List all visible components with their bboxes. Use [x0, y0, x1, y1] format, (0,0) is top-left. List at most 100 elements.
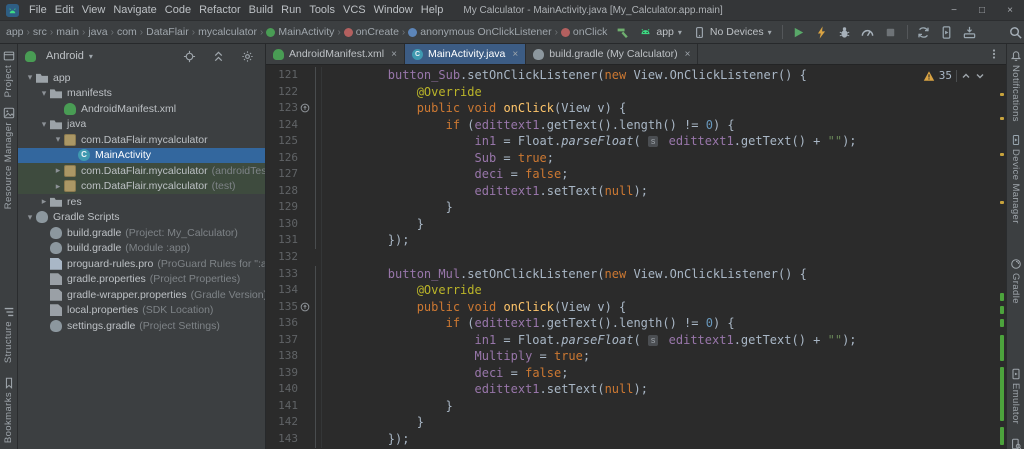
chevron-down-icon[interactable]: ▾: [38, 88, 50, 99]
line-number[interactable]: 137: [266, 332, 298, 349]
menu-file[interactable]: File: [25, 0, 51, 20]
menu-tools[interactable]: Tools: [305, 0, 339, 20]
view-options-button[interactable]: [236, 46, 258, 66]
fold-gutter[interactable]: [311, 431, 322, 448]
maximize-button[interactable]: □: [968, 0, 996, 20]
breadcrumb-mycalculator[interactable]: mycalculator: [198, 26, 257, 38]
menu-window[interactable]: Window: [370, 0, 417, 20]
line-number[interactable]: 131: [266, 232, 298, 249]
code-text[interactable]: public void onClick(View v) {: [322, 299, 626, 316]
fold-gutter[interactable]: [311, 365, 322, 382]
tree-item-mainactivity[interactable]: CMainActivity: [18, 148, 265, 164]
breadcrumb-app[interactable]: app: [6, 26, 24, 38]
code-text[interactable]: @Override: [322, 282, 482, 299]
code-text[interactable]: });: [322, 431, 409, 448]
chevron-right-icon[interactable]: ▸: [38, 196, 50, 207]
collapse-all-button[interactable]: [207, 46, 229, 66]
line-number[interactable]: 132: [266, 249, 298, 266]
line-number[interactable]: 138: [266, 348, 298, 365]
tree-item-com-dataflair-mycalculator-androidtest[interactable]: ▸com.DataFlair.mycalculator(androidTest): [18, 163, 265, 179]
tree-item-java[interactable]: ▾java: [18, 117, 265, 133]
fold-gutter[interactable]: [311, 266, 322, 283]
line-number[interactable]: 129: [266, 199, 298, 216]
sdk-manager-button[interactable]: [959, 22, 981, 42]
apply-changes-button[interactable]: [811, 22, 833, 42]
fold-gutter[interactable]: [311, 166, 322, 183]
inspections-widget[interactable]: 35: [918, 68, 990, 83]
breadcrumb-dataflair[interactable]: DataFlair: [146, 26, 189, 38]
run-button[interactable]: [788, 22, 810, 42]
tab-androidmanifest-xml[interactable]: AndroidManifest.xml×: [266, 44, 405, 64]
code-text[interactable]: }: [322, 398, 453, 415]
fold-gutter[interactable]: [311, 299, 322, 316]
chevron-down-icon[interactable]: ▾: [38, 119, 50, 130]
code-text[interactable]: edittext1.setText(null);: [322, 183, 648, 200]
breadcrumb-com[interactable]: com: [117, 26, 137, 38]
code-text[interactable]: edittext1.setText(null);: [322, 381, 648, 398]
next-warning-button[interactable]: [975, 71, 985, 81]
project-view-selector[interactable]: Android: [46, 50, 84, 62]
tree-item-local-properties-sdk-location[interactable]: local.properties(SDK Location): [18, 303, 265, 319]
fold-gutter[interactable]: [311, 100, 322, 117]
search-everywhere-button[interactable]: [1005, 22, 1024, 42]
chevron-down-icon[interactable]: ▾: [24, 72, 36, 83]
debug-button[interactable]: [834, 22, 856, 42]
profile-button[interactable]: [857, 22, 879, 42]
fold-gutter[interactable]: [311, 67, 322, 84]
tool-stripe-bookmarks[interactable]: Bookmarks: [3, 377, 15, 443]
line-number[interactable]: 130: [266, 216, 298, 233]
menu-edit[interactable]: Edit: [51, 0, 78, 20]
menu-view[interactable]: View: [78, 0, 110, 20]
code-text[interactable]: button_Sub.setOnClickListener(new View.O…: [322, 67, 807, 84]
code-text[interactable]: });: [322, 232, 409, 249]
line-number[interactable]: 142: [266, 414, 298, 431]
line-number[interactable]: 126: [266, 150, 298, 167]
device-selector-dropdown[interactable]: No Devices▾: [688, 22, 777, 42]
fold-gutter[interactable]: [311, 232, 322, 249]
breadcrumb-java[interactable]: java: [88, 26, 107, 38]
sync-project-button[interactable]: [913, 22, 935, 42]
code-text[interactable]: public void onClick(View v) {: [322, 100, 626, 117]
line-number[interactable]: 139: [266, 365, 298, 382]
tree-item-proguard-rules-pro-proguard-rules-for-app[interactable]: proguard-rules.pro(ProGuard Rules for ":…: [18, 256, 265, 272]
tree-item-com-dataflair-mycalculator[interactable]: ▾com.DataFlair.mycalculator: [18, 132, 265, 148]
tool-stripe-resource-manager[interactable]: Resource Manager: [3, 107, 15, 209]
line-number[interactable]: 122: [266, 84, 298, 101]
fold-gutter[interactable]: [311, 150, 322, 167]
line-number[interactable]: 143: [266, 431, 298, 448]
chevron-down-icon[interactable]: ▾: [24, 212, 36, 223]
chevron-right-icon[interactable]: ▸: [52, 181, 64, 192]
fold-gutter[interactable]: [311, 216, 322, 233]
menu-help[interactable]: Help: [417, 0, 448, 20]
line-number[interactable]: 134: [266, 282, 298, 299]
tab-build-gradle-my-calculator[interactable]: build.gradle (My Calculator)×: [526, 44, 698, 64]
code-text[interactable]: }: [322, 216, 424, 233]
line-number[interactable]: 123: [266, 100, 298, 117]
tree-item-settings-gradle-project-settings[interactable]: settings.gradle(Project Settings): [18, 318, 265, 334]
code-text[interactable]: deci = false;: [322, 365, 568, 382]
line-number[interactable]: 124: [266, 117, 298, 134]
code-text[interactable]: Multiply = true;: [322, 348, 590, 365]
run-configuration-dropdown[interactable]: app▾: [634, 22, 687, 42]
fold-gutter[interactable]: [311, 249, 322, 266]
fold-gutter[interactable]: [311, 315, 322, 332]
breadcrumb-onclick[interactable]: onClick: [561, 26, 607, 38]
fold-gutter[interactable]: [311, 282, 322, 299]
close-button[interactable]: ×: [996, 0, 1024, 20]
menu-build[interactable]: Build: [245, 0, 277, 20]
line-number[interactable]: 140: [266, 381, 298, 398]
line-number[interactable]: 135: [266, 299, 298, 316]
tab-close-icon[interactable]: ×: [391, 49, 397, 60]
fold-gutter[interactable]: [311, 398, 322, 415]
breadcrumb-mainactivity[interactable]: MainActivity: [266, 26, 334, 38]
tab-mainactivity-java[interactable]: CMainActivity.java×: [405, 44, 526, 64]
tree-item-gradle-scripts[interactable]: ▾Gradle Scripts: [18, 210, 265, 226]
fold-gutter[interactable]: [311, 133, 322, 150]
line-number[interactable]: 127: [266, 166, 298, 183]
code-text[interactable]: if (edittext1.getText().length() != 0) {: [322, 315, 735, 332]
code-text[interactable]: if (edittext1.getText().length() != 0) {: [322, 117, 735, 134]
tool-stripe-gradle[interactable]: Gradle: [1010, 258, 1022, 304]
menu-vcs[interactable]: VCS: [339, 0, 370, 20]
fold-gutter[interactable]: [311, 332, 322, 349]
tree-item-build-gradle-project-my-calculator[interactable]: build.gradle(Project: My_Calculator): [18, 225, 265, 241]
